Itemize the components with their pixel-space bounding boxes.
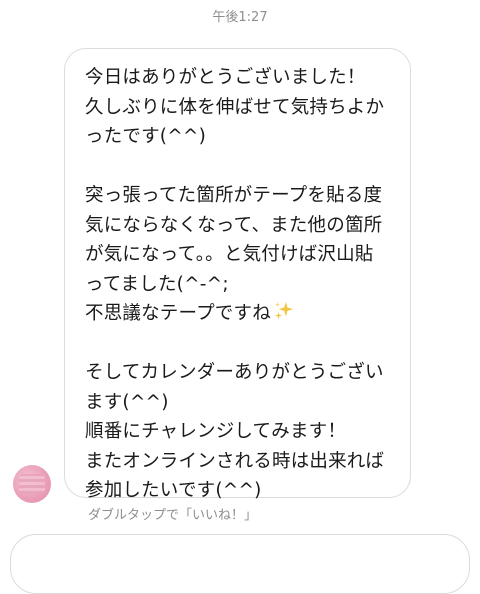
message-line: 突っ張ってた箇所がテープを貼る度 bbox=[85, 185, 383, 206]
sparkles-icon bbox=[273, 300, 295, 332]
message-line: 気にならなくなって、また他の箇所 bbox=[85, 214, 383, 236]
message-line: ます(^^) bbox=[85, 391, 169, 413]
message-bubble[interactable]: 今日はありがとうございました！ 久しぶりに体を伸ばせて気持ちよか ったです(^^… bbox=[64, 48, 411, 501]
message-line: またオンラインされる時は出来れば bbox=[85, 450, 385, 472]
message-line-text: 不思議なテープですね bbox=[85, 303, 271, 324]
message-line: 今日はありがとうございました！ bbox=[85, 67, 366, 88]
message-line: 参加したいです(^^) bbox=[85, 480, 262, 501]
avatar-image bbox=[19, 474, 45, 494]
message-line-with-emoji: 不思議なテープですね bbox=[85, 299, 392, 329]
message-line: ってました(^-^; bbox=[85, 273, 229, 295]
message-line: が気になって。。と気付けば沢山貼 bbox=[85, 244, 374, 265]
message-timestamp: 午後1:27 bbox=[212, 10, 268, 25]
message-line: 順番にチャレンジしてみます！ bbox=[85, 421, 347, 442]
message-input[interactable] bbox=[10, 534, 470, 594]
sender-avatar[interactable] bbox=[13, 465, 51, 503]
message-line: 久しぶりに体を伸ばせて気持ちよか bbox=[85, 96, 385, 118]
message-line: そしてカレンダーありがとうござい bbox=[85, 362, 384, 383]
message-line: ったです(^^) bbox=[85, 126, 207, 147]
double-tap-like-hint: ダブルタップで「いいね！」 bbox=[88, 508, 258, 523]
